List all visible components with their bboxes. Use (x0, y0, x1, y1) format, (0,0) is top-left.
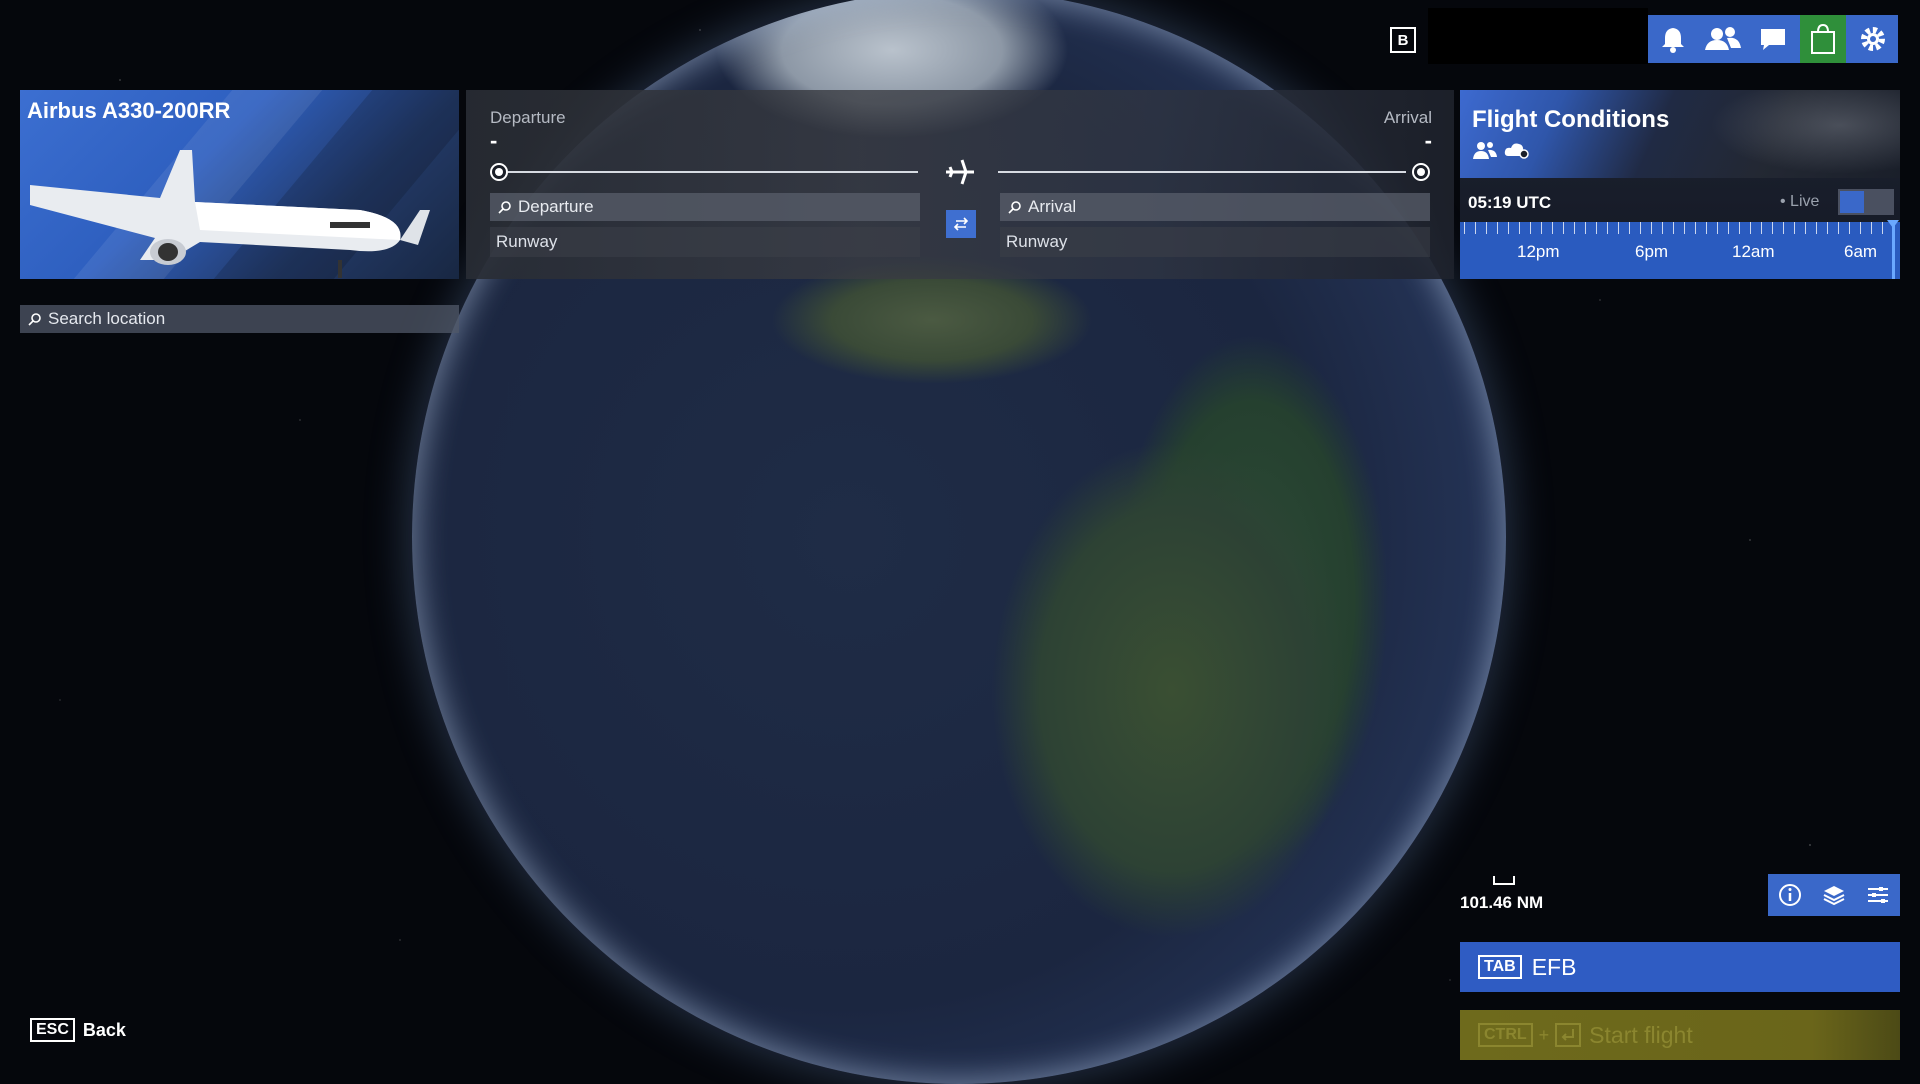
search-location-placeholder: Search location (48, 309, 166, 328)
back-label: Back (82, 1019, 126, 1040)
notifications-button[interactable] (1648, 15, 1698, 63)
binding-key-b[interactable]: B (1390, 27, 1416, 53)
chat-button[interactable] (1748, 15, 1798, 63)
plus-sign: + (1538, 1024, 1550, 1045)
arrival-marker (1412, 163, 1430, 181)
aircraft-image (30, 150, 430, 278)
route-panel: Departure Arrival - - Departure Arrival … (466, 90, 1454, 279)
swap-icon (953, 217, 969, 231)
arrival-search-input[interactable]: Arrival (1000, 193, 1430, 221)
layers-icon (1823, 886, 1845, 906)
departure-value: - (490, 128, 498, 153)
ctrl-keycap: CTRL (1478, 1023, 1533, 1047)
map-layers-button[interactable] (1812, 874, 1856, 916)
efb-label: EFB (1531, 953, 1577, 980)
utc-time: 05:19 UTC (1468, 193, 1552, 212)
departure-search-placeholder: Departure (518, 197, 594, 216)
departure-search-input[interactable]: Departure (490, 193, 920, 221)
tab-keycap: TAB (1478, 955, 1522, 979)
search-icon (28, 313, 41, 326)
timeline-label-6pm: 6pm (1635, 242, 1669, 261)
route-line-left (508, 171, 918, 173)
map-tools (1768, 874, 1900, 916)
timeline-label-12pm: 12pm (1517, 242, 1560, 261)
flight-conditions-title: Flight Conditions (1472, 106, 1670, 133)
time-marker[interactable] (1887, 220, 1899, 279)
map-info-button[interactable] (1768, 874, 1812, 916)
timeline-label-6am: 6am (1844, 242, 1878, 261)
arrival-search-placeholder: Arrival (1028, 197, 1077, 216)
route-line-right (998, 171, 1406, 173)
flight-conditions-panel[interactable]: Flight Conditions 05:19 UTC • Live 12pm … (1460, 90, 1900, 279)
search-location-input[interactable]: Search location (20, 305, 459, 333)
start-flight-button[interactable]: CTRL + Start flight (1460, 1010, 1900, 1060)
live-label: • Live (1780, 193, 1820, 210)
timeline-ticks (1464, 222, 1894, 234)
topbar-blank (1428, 8, 1648, 64)
flight-conditions-icons (1472, 140, 1530, 160)
store-icon (1811, 23, 1835, 54)
arrival-runway-select[interactable]: Runway (1000, 227, 1430, 257)
start-flight-label: Start flight (1589, 1021, 1693, 1048)
swap-route-button[interactable] (946, 210, 976, 238)
friends-button[interactable] (1698, 15, 1748, 63)
departure-marker (490, 163, 508, 181)
aircraft-name: Airbus A330-200RR (27, 98, 231, 123)
map-filters-button[interactable] (1856, 874, 1900, 916)
arrival-label: Arrival (1383, 108, 1432, 127)
time-of-day-slider[interactable]: 12pm 6pm 12am 6am (1460, 220, 1900, 279)
timeline-label-12am: 12am (1732, 242, 1775, 261)
top-icon-bar (1648, 15, 1898, 63)
departure-runway-select[interactable]: Runway (490, 227, 920, 257)
marketplace-button[interactable] (1800, 15, 1846, 63)
chat-icon (1761, 29, 1785, 50)
search-icon (1008, 201, 1021, 214)
efb-button[interactable]: TAB EFB (1460, 942, 1900, 992)
settings-list-icon (1868, 887, 1888, 903)
departure-label: Departure (490, 108, 566, 127)
live-toggle[interactable] (1838, 189, 1894, 215)
map-scale-bar (1493, 876, 1515, 885)
airplane-icon (946, 159, 974, 185)
arrival-value: - (1424, 128, 1432, 153)
map-scale-text: 101.46 NM (1460, 893, 1544, 912)
esc-keycap: ESC (30, 1018, 75, 1042)
friends-icon (1705, 27, 1741, 50)
cloud-backdrop (1700, 90, 1900, 178)
multiplayer-icon (1473, 142, 1497, 159)
bell-icon (1662, 28, 1684, 53)
aircraft-card[interactable]: Airbus A330-200RR (20, 90, 459, 279)
gear-icon (1861, 27, 1885, 51)
enter-key-icon (1555, 1023, 1582, 1047)
search-icon (498, 201, 511, 214)
weather-settings-icon (1504, 143, 1529, 159)
back-button[interactable]: ESC Back (30, 1018, 126, 1042)
settings-button[interactable] (1848, 15, 1898, 63)
info-icon (1779, 884, 1801, 906)
flight-conditions-header (1460, 90, 1900, 178)
